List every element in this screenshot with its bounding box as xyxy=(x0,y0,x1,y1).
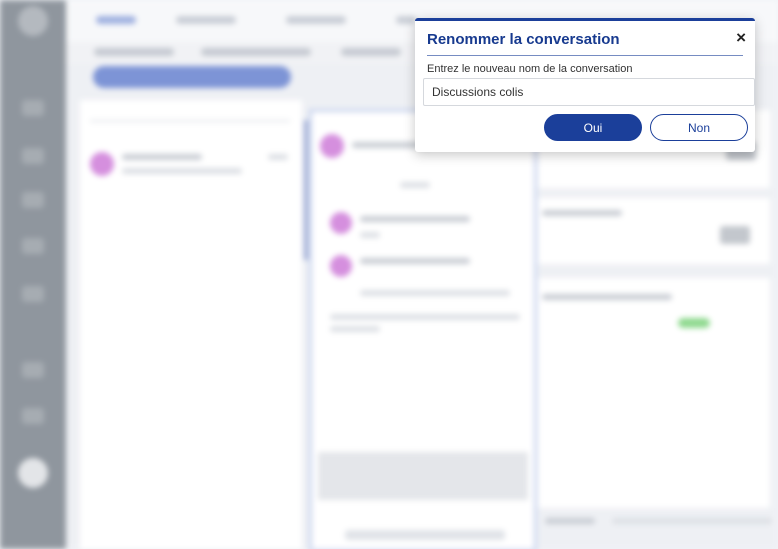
nav-icon xyxy=(22,408,44,424)
nav-icon xyxy=(22,100,44,116)
user-avatar xyxy=(18,458,48,488)
confirm-button[interactable]: Oui xyxy=(544,114,642,141)
new-conversation-pill xyxy=(93,66,291,88)
card-button xyxy=(720,226,750,244)
nav-icon xyxy=(22,362,44,378)
nav-icon xyxy=(22,192,44,208)
list-item xyxy=(122,168,242,174)
avatar xyxy=(320,134,344,158)
dialog-title: Renommer la conversation xyxy=(427,31,620,48)
status-badge xyxy=(678,318,710,328)
avatar xyxy=(330,212,352,234)
field-label: Entrez le nouveau nom de la conversation xyxy=(427,63,633,75)
cancel-button[interactable]: Non xyxy=(650,114,748,141)
card-text xyxy=(542,210,622,216)
message xyxy=(330,314,520,320)
rename-dialog: Renommer la conversation × Entrez le nou… xyxy=(415,18,755,152)
message xyxy=(330,326,380,332)
search-underline xyxy=(90,120,290,122)
title-divider xyxy=(427,55,743,56)
card-text xyxy=(542,294,672,300)
message-composer xyxy=(318,452,528,500)
conversation-name-input[interactable] xyxy=(423,78,755,106)
message xyxy=(360,232,380,238)
list-item xyxy=(268,154,288,160)
footer-tab xyxy=(545,518,595,524)
logo-icon xyxy=(18,6,48,36)
close-icon[interactable]: × xyxy=(736,28,746,48)
nav-icon xyxy=(22,238,44,254)
message xyxy=(360,216,470,222)
avatar xyxy=(330,255,352,277)
footer-tab xyxy=(612,518,772,524)
message xyxy=(360,290,510,296)
list-item xyxy=(122,154,202,160)
nav-icon xyxy=(22,286,44,302)
left-nav-rail xyxy=(0,0,66,549)
message xyxy=(360,258,470,264)
detail-card xyxy=(538,278,770,508)
composer-button xyxy=(345,530,505,540)
date-separator xyxy=(400,182,430,188)
scrollbar xyxy=(304,120,308,260)
avatar xyxy=(90,152,114,176)
nav-icon xyxy=(22,148,44,164)
